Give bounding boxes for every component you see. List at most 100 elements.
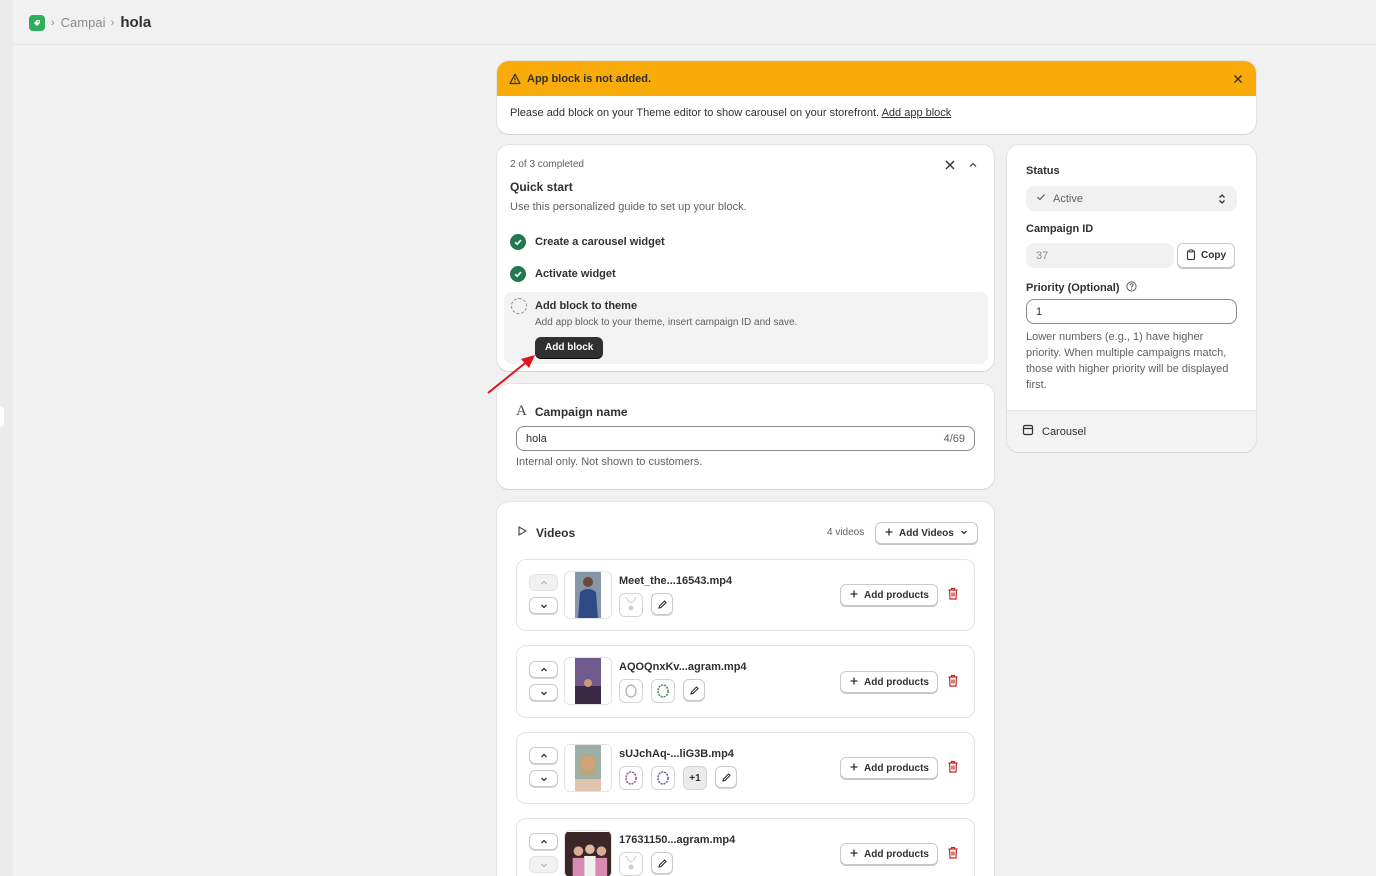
delete-icon[interactable] (947, 674, 959, 690)
campaign-id-label: Campaign ID (1026, 223, 1094, 235)
status-label: Status (1026, 165, 1060, 177)
add-products-button[interactable]: Add products (840, 671, 938, 693)
priority-help: Lower numbers (e.g., 1) have higher prio… (1026, 331, 1229, 391)
necklace-product-thumbnail[interactable] (619, 852, 643, 876)
step-description: Add app block to your theme, insert camp… (535, 317, 798, 328)
bracelet-product-thumbnail[interactable] (651, 679, 675, 703)
carousel-footer[interactable]: Carousel (1007, 410, 1256, 452)
more-products-badge[interactable]: +1 (683, 766, 707, 790)
rail-handle[interactable] (0, 407, 4, 427)
priority-value: 1 (1036, 305, 1043, 318)
check-circle-icon (510, 234, 526, 250)
add-app-block-link[interactable]: Add app block (882, 107, 952, 119)
delete-icon[interactable] (947, 587, 959, 603)
plus-icon (849, 848, 859, 861)
chevron-down-icon (540, 777, 547, 781)
copy-button[interactable]: Copy (1177, 243, 1235, 268)
chevron-down-icon (540, 691, 547, 695)
move-down-button[interactable] (529, 770, 558, 787)
plus-icon (884, 527, 894, 540)
videos-card: Videos 4 videos Add Videos Meet_the...16… (497, 502, 994, 876)
pencil-icon[interactable] (715, 766, 737, 788)
help-circle-icon[interactable] (1125, 281, 1137, 295)
step-label: Activate widget (535, 268, 616, 280)
status-select[interactable]: Active (1026, 186, 1237, 211)
app-logo-icon[interactable] (29, 14, 45, 31)
checkmark-icon (1036, 192, 1046, 205)
step-label: Create a carousel widget (535, 236, 665, 248)
step-create-widget[interactable]: Create a carousel widget (510, 234, 665, 250)
breadcrumb: › Campaigns › hola (29, 14, 151, 31)
move-down-button[interactable] (529, 856, 558, 873)
bracelet-product-thumbnail[interactable] (651, 766, 675, 790)
video-name: sUJchAq-...liG3B.mp4 (619, 748, 734, 760)
move-up-button[interactable] (529, 833, 558, 850)
chevron-right-icon: › (51, 16, 55, 29)
add-products-button[interactable]: Add products (840, 843, 938, 865)
video-name: AQOQnxKv...agram.mp4 (619, 661, 747, 673)
plus-icon (849, 676, 859, 689)
close-icon[interactable] (943, 158, 957, 175)
move-up-button[interactable] (529, 747, 558, 764)
video-row: AQOQnxKv...agram.mp4 Add products (516, 645, 975, 718)
necklace-product-thumbnail[interactable] (619, 593, 643, 617)
add-products-label: Add products (864, 676, 929, 688)
pencil-icon[interactable] (683, 679, 705, 701)
top-bar: › Campaigns › hola (13, 0, 1376, 45)
close-icon[interactable] (1232, 73, 1244, 85)
product-list: +1 (619, 766, 737, 790)
priority-label-row: Priority (Optional) (1026, 281, 1137, 295)
app-block-warning-banner: App block is not added. Please add block… (497, 61, 1256, 134)
bracelet-product-thumbnail[interactable] (619, 679, 643, 703)
campaign-name-input[interactable]: hola 4/69 (516, 426, 975, 451)
plus-icon (849, 762, 859, 775)
pencil-icon[interactable] (651, 852, 673, 874)
status-value: Active (1053, 192, 1083, 205)
add-block-button[interactable]: Add block (535, 337, 604, 358)
video-thumbnail[interactable] (564, 657, 612, 705)
chevron-up-icon (540, 580, 547, 584)
pencil-icon[interactable] (651, 593, 673, 615)
banner-body: Please add block on your Theme editor to… (497, 96, 1256, 130)
move-up-button[interactable] (529, 574, 558, 591)
add-products-label: Add products (864, 848, 929, 860)
check-circle-icon (510, 266, 526, 282)
chevron-up-icon[interactable] (967, 159, 979, 174)
page-title: hola (120, 14, 152, 31)
banner-title: App block is not added. (527, 72, 652, 85)
videos-header: Videos (516, 525, 575, 540)
video-thumbnail[interactable] (564, 744, 612, 792)
quick-start-description: Use this personalized guide to set up yo… (510, 201, 747, 213)
warning-icon (509, 73, 521, 85)
delete-icon[interactable] (947, 846, 959, 862)
add-products-button[interactable]: Add products (840, 584, 938, 606)
bracelet-product-thumbnail[interactable] (619, 766, 643, 790)
campaign-id-value: 37 (1036, 249, 1049, 262)
video-thumbnail[interactable] (564, 571, 612, 619)
move-down-button[interactable] (529, 597, 558, 614)
video-row: Meet_the...16543.mp4 Add products (516, 559, 975, 631)
chevron-right-icon: › (110, 16, 115, 29)
reorder-controls (529, 833, 558, 873)
chevron-down-icon (540, 863, 547, 867)
left-rail (0, 0, 13, 876)
move-down-button[interactable] (529, 684, 558, 701)
breadcrumb-campaigns-link[interactable]: Campaigns (61, 15, 105, 30)
video-thumbnail[interactable] (564, 830, 612, 876)
add-videos-button[interactable]: Add Videos (875, 522, 978, 544)
video-row: 17631150...agram.mp4 Add products (516, 818, 975, 876)
chevron-down-icon (959, 527, 969, 540)
quick-start-title: Quick start (510, 180, 573, 194)
chevron-down-icon (540, 604, 547, 608)
add-products-label: Add products (864, 589, 929, 601)
move-up-button[interactable] (529, 661, 558, 678)
banner-header: App block is not added. (497, 61, 1256, 96)
step-activate-widget[interactable]: Activate widget (510, 266, 616, 282)
delete-icon[interactable] (947, 760, 959, 776)
add-products-button[interactable]: Add products (840, 757, 938, 779)
step-add-block: Add block to theme Add app block to your… (504, 292, 988, 364)
priority-input[interactable]: 1 (1026, 299, 1237, 324)
campaign-name-label: Campaign name (534, 404, 628, 419)
select-arrows-icon (1217, 193, 1227, 205)
character-count: 4/69 (943, 432, 965, 445)
